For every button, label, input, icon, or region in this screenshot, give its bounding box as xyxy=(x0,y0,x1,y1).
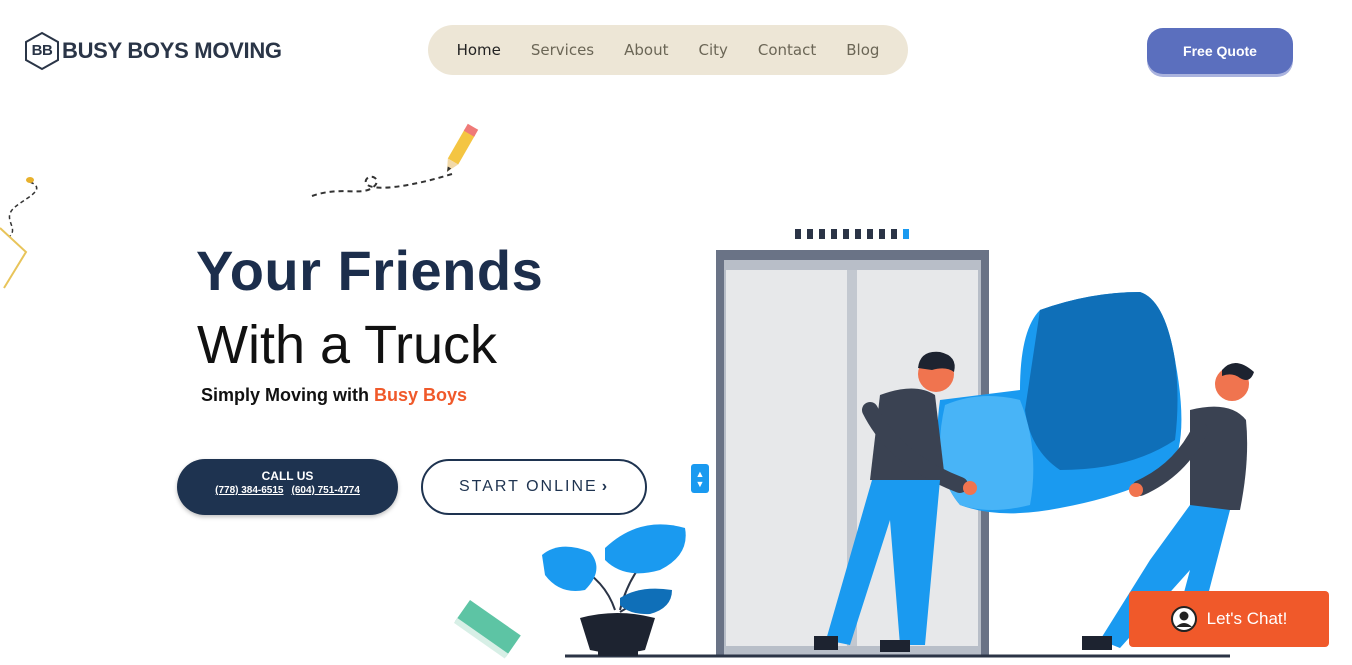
brand-logo[interactable]: BB BUSY BOYS MOVING xyxy=(24,31,282,71)
main-nav: Home Services About City Contact Blog xyxy=(428,25,908,75)
user-avatar-icon xyxy=(1170,606,1197,632)
logo-hexagon-icon: BB xyxy=(24,31,60,71)
logo-monogram: BB xyxy=(31,42,53,59)
phone-link-1[interactable]: (778) 384-6515 xyxy=(215,485,283,496)
nav-item-blog[interactable]: Blog xyxy=(831,41,894,59)
elevator-indicator xyxy=(795,229,909,239)
call-us-label: CALL US xyxy=(261,469,314,483)
brand-name: BUSY BOYS MOVING xyxy=(62,38,282,63)
nav-item-home[interactable]: Home xyxy=(442,41,516,59)
free-quote-button[interactable]: Free Quote xyxy=(1147,28,1293,74)
kite-icon xyxy=(0,227,28,289)
nav-item-services[interactable]: Services xyxy=(516,41,609,59)
hero-subtitle: Simply Moving with Busy Boys xyxy=(201,385,467,406)
hero-subtitle-prefix: Simply Moving with xyxy=(201,385,375,405)
start-online-button[interactable]: START ONLINE › xyxy=(421,459,647,515)
start-online-label: START ONLINE xyxy=(458,478,598,495)
couch-illustration xyxy=(937,292,1182,514)
lets-chat-button[interactable]: Let's Chat! xyxy=(1129,591,1329,647)
nav-item-about[interactable]: About xyxy=(609,41,683,59)
phone-link-2[interactable]: (604) 751-4774 xyxy=(292,485,360,496)
hero-title-line2: With a Truck xyxy=(197,315,498,375)
call-us-button[interactable]: CALL US (778) 384-6515 (604) 751-4774 xyxy=(177,459,398,515)
chevron-right-icon: › xyxy=(601,478,610,495)
nav-item-contact[interactable]: Contact xyxy=(743,41,831,59)
pencil-icon xyxy=(311,123,479,197)
elevator xyxy=(716,250,989,656)
nav-item-city[interactable]: City xyxy=(683,41,742,59)
mover-left-illustration xyxy=(814,351,977,652)
hero-subtitle-accent: Busy Boys xyxy=(374,385,468,405)
bee-icon xyxy=(8,177,38,237)
phone-numbers: (778) 384-6515 (604) 751-4774 xyxy=(177,485,398,496)
book-icon xyxy=(453,600,521,659)
scroll-arrows-icon[interactable]: ▲ ▼ xyxy=(691,464,709,493)
chat-label: Let's Chat! xyxy=(1206,609,1288,628)
plant-icon xyxy=(542,524,686,656)
hero-title-line1: Your Friends xyxy=(196,239,544,302)
